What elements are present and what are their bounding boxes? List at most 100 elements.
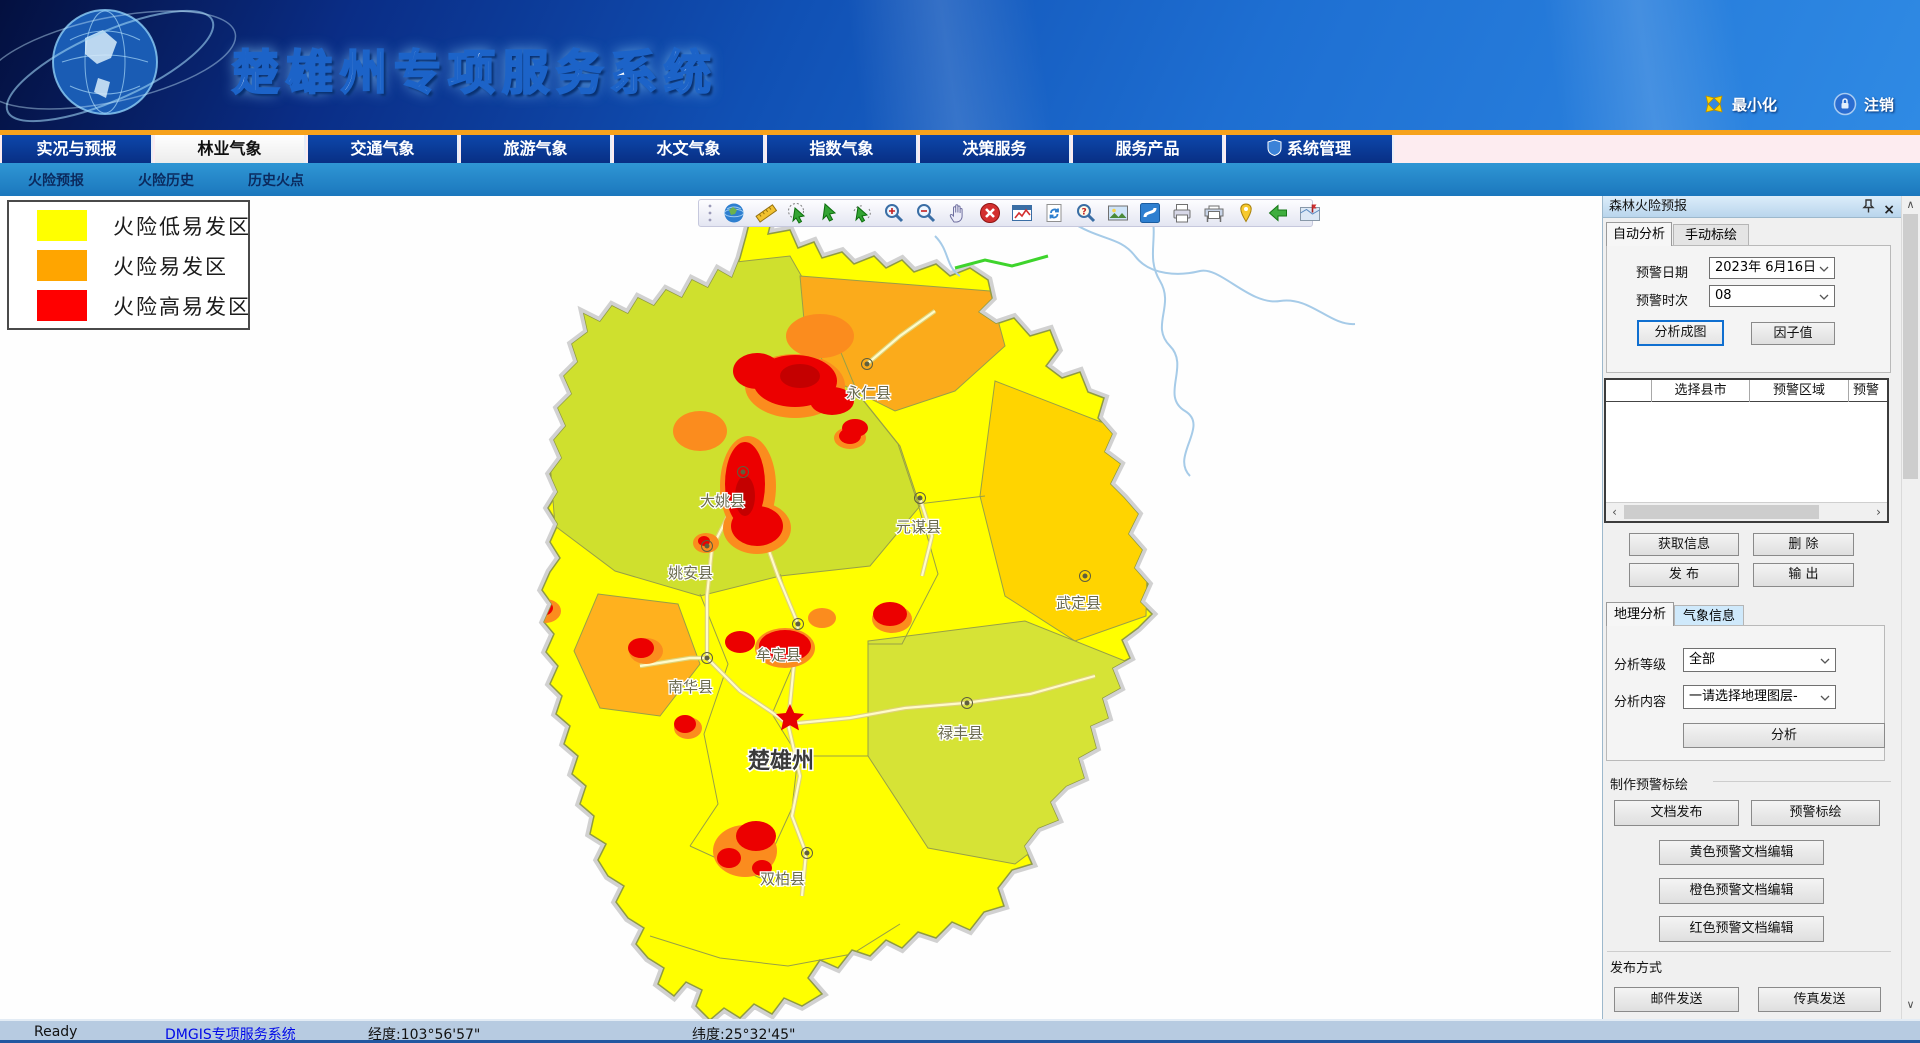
zoom-in-icon[interactable]	[883, 202, 905, 224]
tab-auto-analysis[interactable]: 自动分析	[1606, 222, 1672, 246]
tab-index-weather[interactable]: 指数气象	[767, 135, 918, 163]
col-blank[interactable]	[1606, 380, 1652, 402]
tab-traffic-weather[interactable]: 交通气象	[308, 135, 459, 163]
scroll-down-icon[interactable]: ∨	[1902, 996, 1919, 1013]
factor-value-button[interactable]: 因子值	[1751, 322, 1835, 345]
publish-group-label: 发布方式	[1610, 957, 1662, 976]
map-county-label: 永仁县	[846, 384, 891, 402]
orange-doc-button[interactable]: 橙色预警文档编辑	[1659, 878, 1824, 904]
tab-geo-analysis[interactable]: 地理分析	[1606, 602, 1674, 626]
scroll-left-icon[interactable]: ‹	[1606, 503, 1623, 521]
minimize-label: 最小化	[1732, 94, 1777, 115]
legend-item-high: 火险高易发区	[37, 290, 251, 321]
tab-decision-service[interactable]: 决策服务	[920, 135, 1071, 163]
map-flag-icon[interactable]	[1299, 202, 1321, 224]
identify-icon[interactable]: ?	[1075, 202, 1097, 224]
logout-button[interactable]: 注销	[1833, 92, 1894, 116]
globe-logo	[0, 0, 240, 130]
submenu-fire-forecast[interactable]: 火险预报	[28, 170, 84, 190]
tab-manual-plot[interactable]: 手动标绘	[1673, 224, 1749, 246]
fax-send-button[interactable]: 传真发送	[1758, 987, 1881, 1012]
vscroll-thumb[interactable]	[1903, 214, 1918, 479]
forest-fire-panel: 森林火险预报 × 自动分析 手动标绘 预警日期 2023年 6月16日 预警时次…	[1602, 196, 1920, 1019]
doc-publish-button[interactable]: 文档发布	[1614, 800, 1739, 826]
main-tabbar: 实况与预报 林业气象 交通气象 旅游气象 水文气象 指数气象 决策服务 服务产品…	[0, 135, 1920, 163]
select-circle-icon[interactable]	[787, 202, 809, 224]
warning-date-value: 2023年 6月16日	[1715, 260, 1816, 275]
chevron-down-icon	[1820, 658, 1830, 664]
tab-hydro-weather[interactable]: 水文气象	[614, 135, 765, 163]
legend-label: 火险易发区	[113, 251, 228, 281]
col-county[interactable]: 选择县市	[1652, 380, 1750, 402]
red-doc-button[interactable]: 红色预警文档编辑	[1659, 916, 1824, 942]
analysis-content-value: 一请选择地理图层-	[1689, 689, 1798, 704]
delete-button[interactable]: 删 除	[1753, 533, 1854, 556]
analysis-content-select[interactable]: 一请选择地理图层-	[1683, 685, 1836, 709]
warning-plot-button[interactable]: 预警标绘	[1751, 800, 1880, 826]
analysis-level-select[interactable]: 全部	[1683, 648, 1836, 672]
globe-icon[interactable]	[723, 202, 745, 224]
tab-weather-info[interactable]: 气象信息	[1674, 605, 1744, 626]
col-warning[interactable]: 预警	[1849, 380, 1887, 402]
chevron-down-icon	[1819, 266, 1829, 272]
submenu-history-firepoints[interactable]: 历史火点	[248, 170, 304, 190]
warning-time-select[interactable]: 08	[1709, 285, 1835, 307]
scroll-right-icon[interactable]: ›	[1870, 503, 1887, 521]
yellow-doc-button[interactable]: 黄色预警文档编辑	[1659, 840, 1824, 865]
marker-icon[interactable]	[1235, 202, 1257, 224]
minimize-button[interactable]: 最小化	[1703, 92, 1777, 116]
select-lasso-icon[interactable]	[851, 202, 873, 224]
legend-swatch-yellow	[37, 210, 87, 241]
chevron-down-icon	[1819, 294, 1829, 300]
warning-table-header: 选择县市 预警区域 预警	[1606, 380, 1887, 402]
tab-system-management[interactable]: 系统管理	[1226, 135, 1394, 163]
tab-service-product[interactable]: 服务产品	[1073, 135, 1224, 163]
tab-live-forecast[interactable]: 实况与预报	[2, 135, 153, 163]
pan-icon[interactable]	[947, 202, 969, 224]
sub-menubar: 火险预报 火险历史 历史火点	[0, 163, 1920, 196]
overview-window-icon[interactable]	[1011, 202, 1033, 224]
back-icon[interactable]	[1267, 202, 1289, 224]
print-icon[interactable]	[1171, 202, 1193, 224]
table-hscrollbar[interactable]: ‹ ›	[1606, 502, 1887, 521]
tab-forestry-weather[interactable]: 林业气象	[155, 135, 306, 163]
svg-text:?: ?	[1082, 208, 1087, 218]
submenu-fire-history[interactable]: 火险历史	[138, 170, 194, 190]
plot-print-icon[interactable]	[1203, 202, 1225, 224]
map-county-label: 武定县	[1056, 594, 1101, 612]
measure-icon[interactable]	[755, 202, 777, 224]
export-button[interactable]: 输 出	[1753, 563, 1854, 587]
legend-item-low: 火险低易发区	[37, 210, 251, 241]
fire-risk-legend: 火险低易发区 火险易发区 火险高易发区	[7, 200, 250, 330]
close-icon[interactable]: ×	[1883, 199, 1895, 221]
get-info-button[interactable]: 获取信息	[1629, 533, 1739, 556]
tab-label: 系统管理	[1287, 139, 1351, 158]
warning-date-label: 预警日期	[1636, 262, 1688, 281]
group-divider	[1713, 781, 1891, 782]
map-county-label: 大姚县	[700, 492, 745, 510]
hscroll-thumb[interactable]	[1624, 505, 1819, 519]
analyze-map-button[interactable]: 分析成图	[1637, 320, 1724, 346]
publish-button[interactable]: 发 布	[1629, 563, 1739, 587]
warning-date-select[interactable]: 2023年 6月16日	[1709, 257, 1835, 279]
panel-scrollbar[interactable]: ∧ ∨	[1901, 196, 1918, 1019]
legend-label: 火险高易发区	[113, 291, 251, 321]
analyze-button[interactable]: 分析	[1683, 723, 1885, 748]
col-region[interactable]: 预警区域	[1750, 380, 1849, 402]
zoom-out-icon[interactable]	[915, 202, 937, 224]
app-title: 楚雄州专项服务系统	[232, 34, 718, 103]
map-toolbar: ?	[698, 199, 1313, 227]
select-arrow-icon[interactable]	[819, 202, 841, 224]
pin-icon[interactable]	[1862, 199, 1875, 222]
tab-tourism-weather[interactable]: 旅游气象	[461, 135, 612, 163]
refresh-icon[interactable]	[1043, 202, 1065, 224]
image-export-icon[interactable]	[1107, 202, 1129, 224]
map-county-label: 双柏县	[760, 870, 805, 888]
email-send-button[interactable]: 邮件发送	[1614, 987, 1739, 1012]
clear-icon[interactable]	[979, 202, 1001, 224]
scroll-up-icon[interactable]: ∧	[1902, 196, 1919, 213]
legend-label: 火险低易发区	[113, 211, 251, 241]
spatial-query-icon[interactable]	[1139, 202, 1161, 224]
map-county-label: 牟定县	[756, 646, 801, 664]
drag-handle[interactable]	[707, 202, 713, 224]
